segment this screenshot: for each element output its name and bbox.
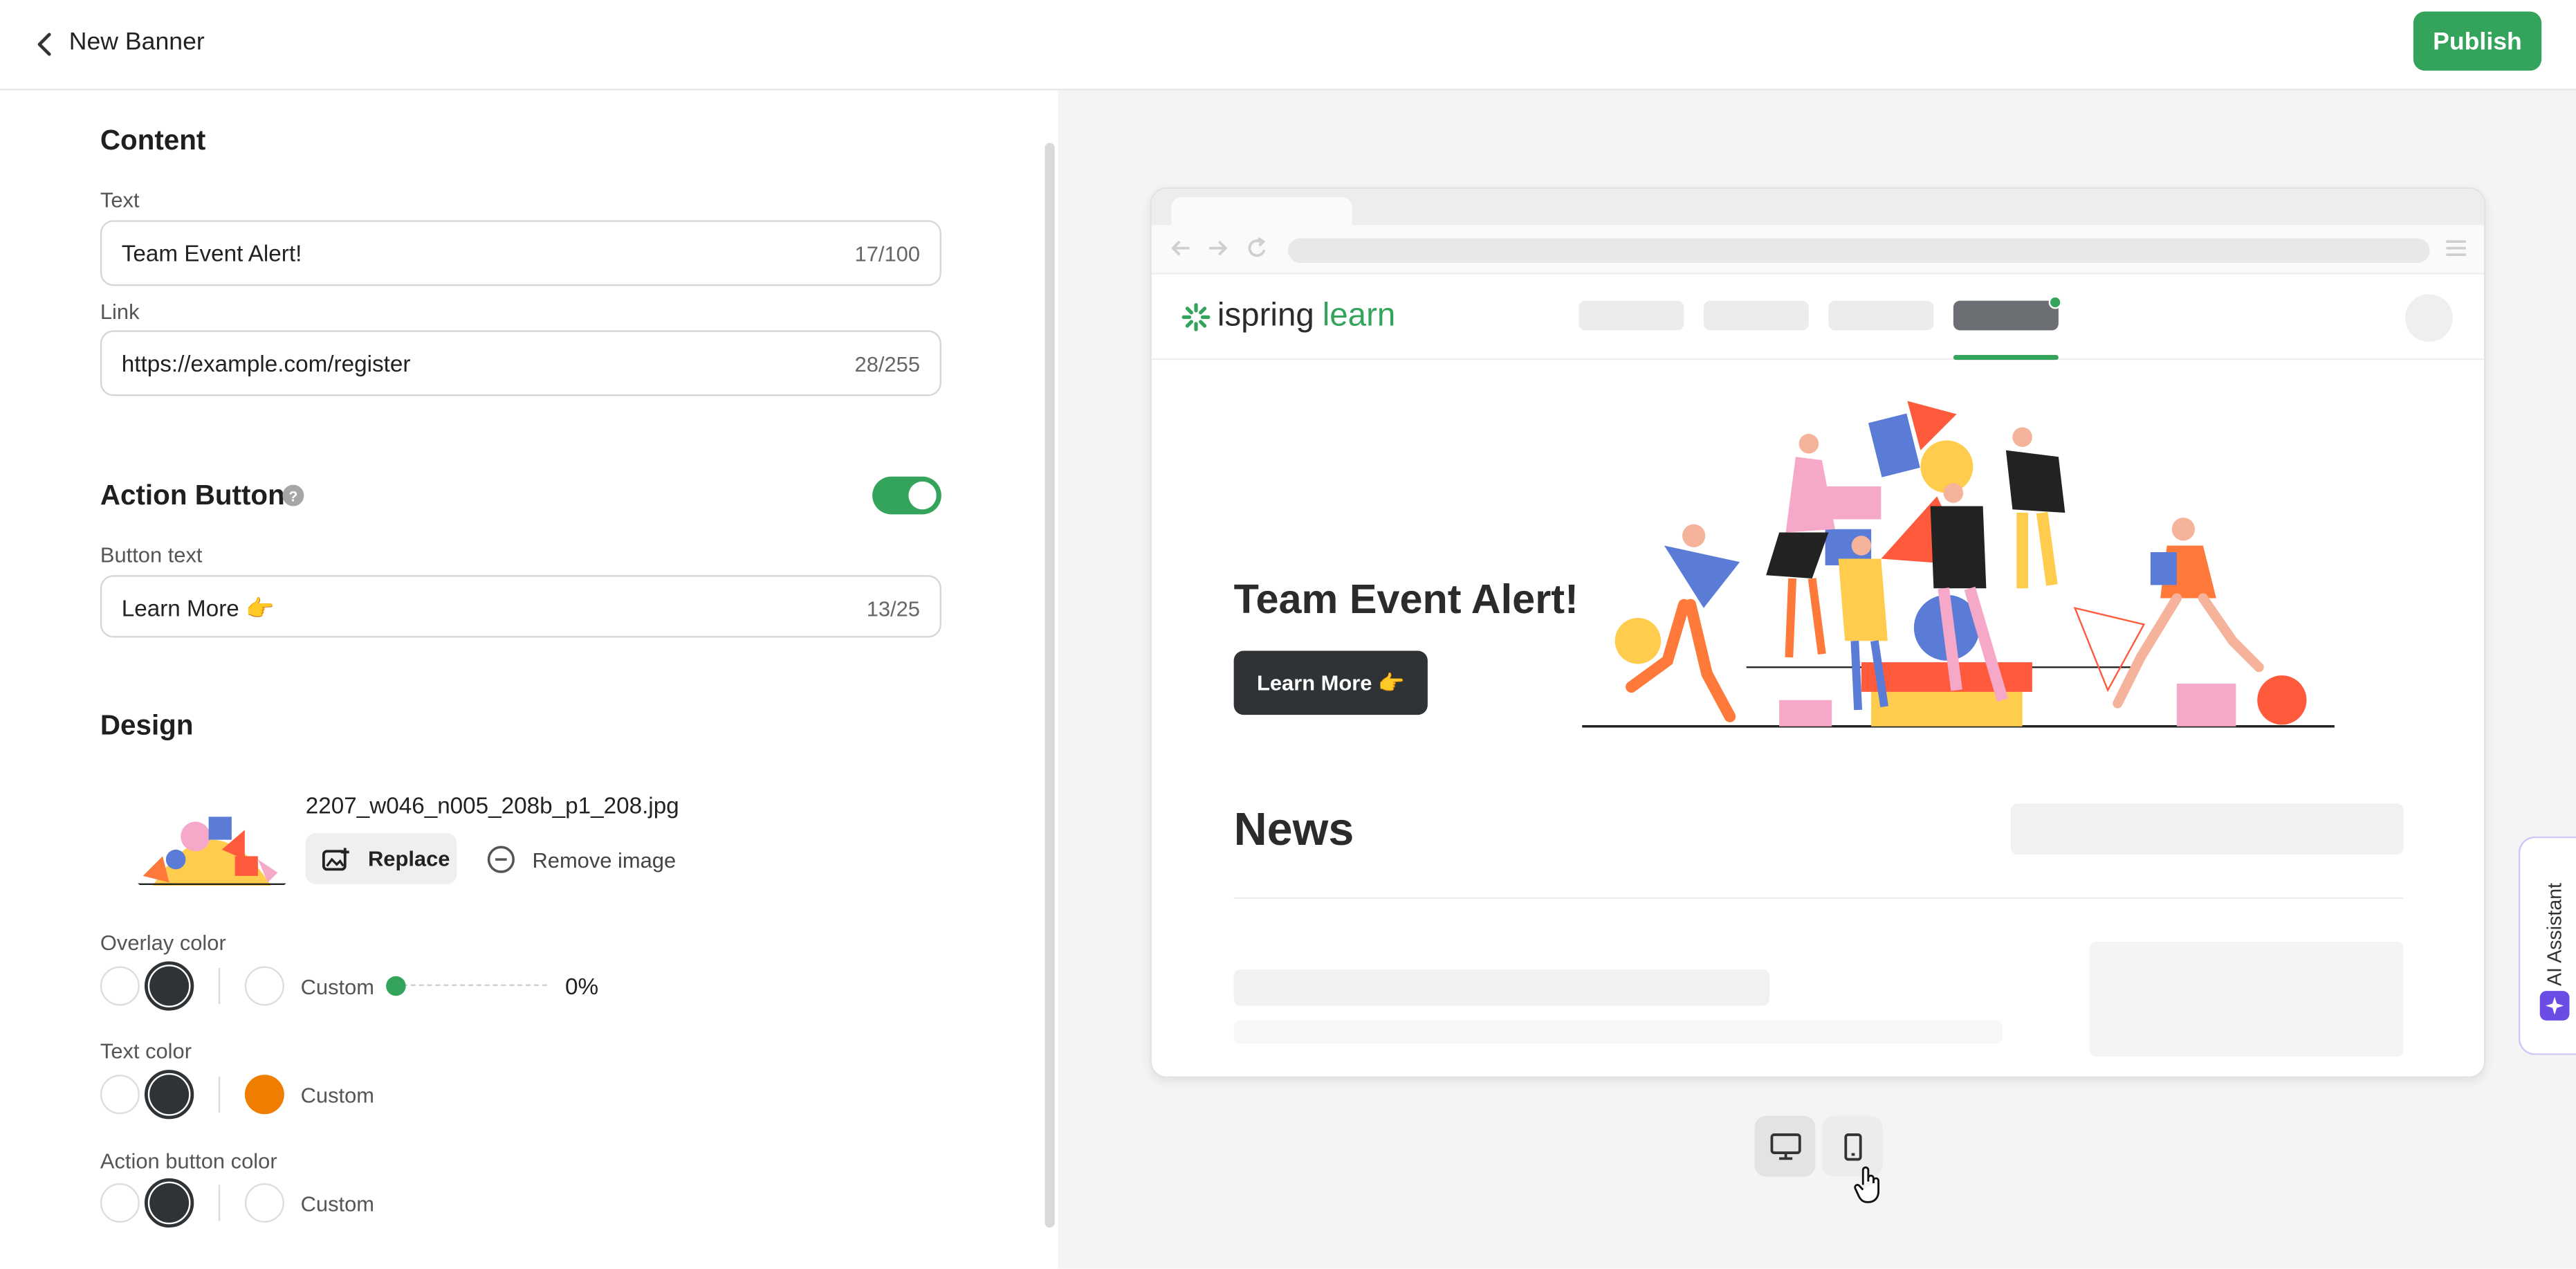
ispring-logo: ispring learn <box>1181 297 1396 336</box>
banner-text-value: Team Event Alert! <box>121 239 302 266</box>
image-replace-icon <box>322 847 349 870</box>
address-bar <box>1288 238 2430 263</box>
action-button-heading: Action Button <box>100 480 285 511</box>
placeholder-line <box>1233 1020 2003 1044</box>
link-value: https://example.com/register <box>121 349 411 376</box>
page-title: New Banner <box>68 28 205 56</box>
divider <box>218 967 221 1005</box>
remove-label: Remove image <box>532 847 677 872</box>
reload-icon <box>1248 237 1266 257</box>
settings-scrollbar[interactable] <box>1045 143 1055 1228</box>
link-input[interactable]: https://example.com/register 28/255 <box>100 330 941 396</box>
nav-placeholder <box>1703 300 1809 331</box>
menu-icon <box>2446 240 2466 257</box>
text-color-label: Text color <box>100 1039 192 1063</box>
action-custom-label: Custom <box>300 1191 375 1216</box>
text-swatch-dark[interactable] <box>145 1070 194 1120</box>
placeholder-card <box>2090 941 2404 1057</box>
ispring-logo-icon <box>1181 302 1211 331</box>
notification-dot <box>2048 295 2062 309</box>
help-icon[interactable]: ? <box>282 484 304 506</box>
arrow-right-icon <box>1209 240 1228 256</box>
banner-text-input[interactable]: Team Event Alert! 17/100 <box>100 220 941 286</box>
nav-placeholder-active <box>1953 300 2059 331</box>
link-label: Link <box>100 299 140 324</box>
replace-image-button[interactable]: Replace <box>305 833 457 884</box>
overlay-swatch-dark[interactable] <box>145 961 194 1011</box>
button-text-label: Button text <box>100 542 203 567</box>
arrow-left-icon <box>1171 240 1190 256</box>
action-swatch-white[interactable] <box>100 1183 140 1223</box>
browser-tab <box>1171 197 1352 226</box>
button-text-input[interactable]: Learn More 👉 13/25 <box>100 575 941 638</box>
nav-placeholder <box>1828 300 1934 331</box>
text-swatch-custom[interactable] <box>244 1075 284 1115</box>
overlay-color-label: Overlay color <box>100 930 226 955</box>
action-color-label: Action button color <box>100 1149 277 1174</box>
button-text-value: Learn More 👉 <box>121 594 275 621</box>
overlay-swatch-custom[interactable] <box>244 966 284 1006</box>
text-swatch-white[interactable] <box>100 1075 140 1115</box>
nav-active-underline <box>1953 355 2059 360</box>
app-window: New Banner Publish Content Text Team Eve… <box>0 0 2576 1269</box>
action-swatch-dark[interactable] <box>145 1178 194 1228</box>
browser-tabbar <box>1151 189 2484 226</box>
logo-word-ispring: ispring <box>1217 297 1314 334</box>
avatar-placeholder <box>2405 294 2453 342</box>
news-heading: News <box>1233 803 1354 855</box>
button-text-counter: 13/25 <box>866 596 920 621</box>
chevron-left-icon <box>37 33 51 56</box>
banner-image-thumbnail <box>136 794 288 886</box>
placeholder-line <box>1233 969 1769 1006</box>
replace-label: Replace <box>368 846 450 871</box>
action-swatch-custom[interactable] <box>244 1183 284 1223</box>
minus-circle-icon <box>487 846 515 873</box>
placeholder-block <box>2011 803 2404 855</box>
sparkle-icon <box>2539 991 2570 1021</box>
site-nav: ispring learn <box>1151 274 2484 360</box>
remove-image-button[interactable]: Remove image <box>486 840 676 879</box>
image-file-name: 2207_w046_n005_208b_p1_208.jpg <box>305 792 679 819</box>
content-heading: Content <box>100 125 206 156</box>
overlay-opacity-handle[interactable] <box>386 976 406 996</box>
overlay-swatch-white[interactable] <box>100 966 140 1006</box>
top-bar: New Banner Publish <box>0 0 2576 91</box>
overlay-opacity-track[interactable] <box>394 984 547 988</box>
overlay-opacity-value: 0% <box>565 973 599 999</box>
text-custom-label: Custom <box>300 1083 375 1108</box>
browser-preview: ispring learn Team Event Alert! Learn Mo… <box>1150 187 2486 1078</box>
banner-text-counter: 17/100 <box>854 241 920 266</box>
divider <box>218 1076 221 1113</box>
back-button[interactable] <box>23 23 66 66</box>
hand-cursor-icon <box>1854 1166 1879 1203</box>
monitor-icon <box>1769 1132 1801 1160</box>
banner-preview-button: Learn More 👉 <box>1233 650 1428 715</box>
phone-icon <box>1843 1132 1861 1160</box>
design-heading: Design <box>100 710 194 742</box>
link-counter: 28/255 <box>854 352 920 376</box>
toggle-knob <box>908 481 937 510</box>
nav-placeholder <box>1579 300 1684 331</box>
text-label: Text <box>100 187 140 212</box>
logo-word-learn: learn <box>1322 297 1396 334</box>
overlay-custom-label: Custom <box>300 974 375 999</box>
banner-preview-title: Team Event Alert! <box>1233 576 1579 623</box>
divider <box>218 1185 221 1221</box>
team-illustration <box>1582 401 2335 728</box>
divider <box>1233 897 2404 900</box>
publish-button[interactable]: Publish <box>2413 11 2542 71</box>
desktop-view-button[interactable] <box>1754 1115 1816 1177</box>
action-button-toggle[interactable] <box>872 476 941 515</box>
ai-assistant-label: AI Assistant <box>2543 883 2566 986</box>
browser-toolbar <box>1151 225 2484 275</box>
